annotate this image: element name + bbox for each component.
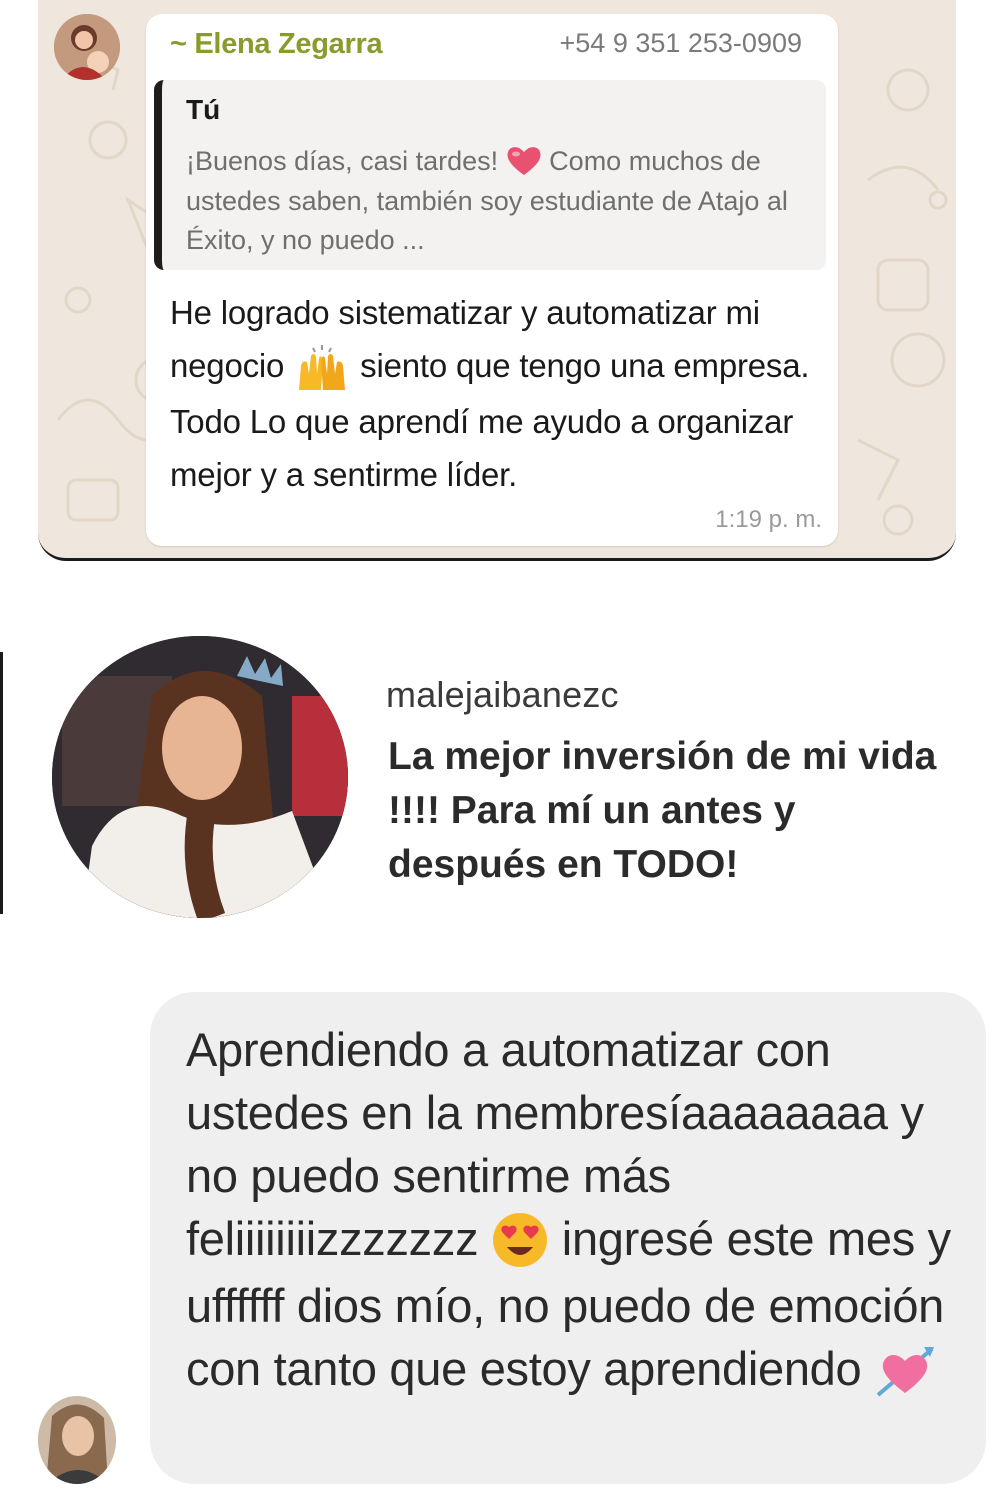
message-text: He logrado sistematizar y automatizar mi… xyxy=(170,286,830,501)
card-edge-divider xyxy=(0,652,3,914)
avatar[interactable] xyxy=(52,636,348,918)
instagram-comment-card: malejaibanezc La mejor inversión de mi v… xyxy=(0,632,996,922)
raising-hands-icon xyxy=(293,342,351,395)
comment-text: La mejor inversión de mi vida !!!! Para … xyxy=(388,735,937,886)
quoted-author: Tú xyxy=(186,94,221,125)
avatar[interactable] xyxy=(38,1396,116,1484)
quoted-text: ¡Buenos días, casi tardes! Como muchos d… xyxy=(186,142,826,260)
heart-eyes-icon xyxy=(491,1211,549,1274)
chat-message-bubble: Aprendiendo a automatizar con ustedes en… xyxy=(150,992,986,1484)
message-bubble: ~ Elena Zegarra +54 9 351 253-0909 Tú ¡B… xyxy=(146,14,838,546)
message-text: Aprendiendo a automatizar con ustedes en… xyxy=(186,1018,966,1404)
heart-with-arrow-icon xyxy=(874,1341,936,1404)
timestamp: 1:19 p. m. xyxy=(715,506,822,533)
sender-phone: +54 9 351 253-0909 xyxy=(559,28,802,58)
quoted-message[interactable]: Tú ¡Buenos días, casi tardes! Como mucho… xyxy=(154,80,826,270)
whatsapp-message-card: ~ Elena Zegarra +54 9 351 253-0909 Tú ¡B… xyxy=(38,0,956,561)
username[interactable]: malejaibanezc xyxy=(386,674,619,716)
sender-name[interactable]: ~ Elena Zegarra xyxy=(170,28,383,61)
quoted-text-start: ¡Buenos días, casi tardes! xyxy=(186,146,506,176)
heart-icon xyxy=(506,143,542,182)
avatar[interactable] xyxy=(54,14,120,80)
